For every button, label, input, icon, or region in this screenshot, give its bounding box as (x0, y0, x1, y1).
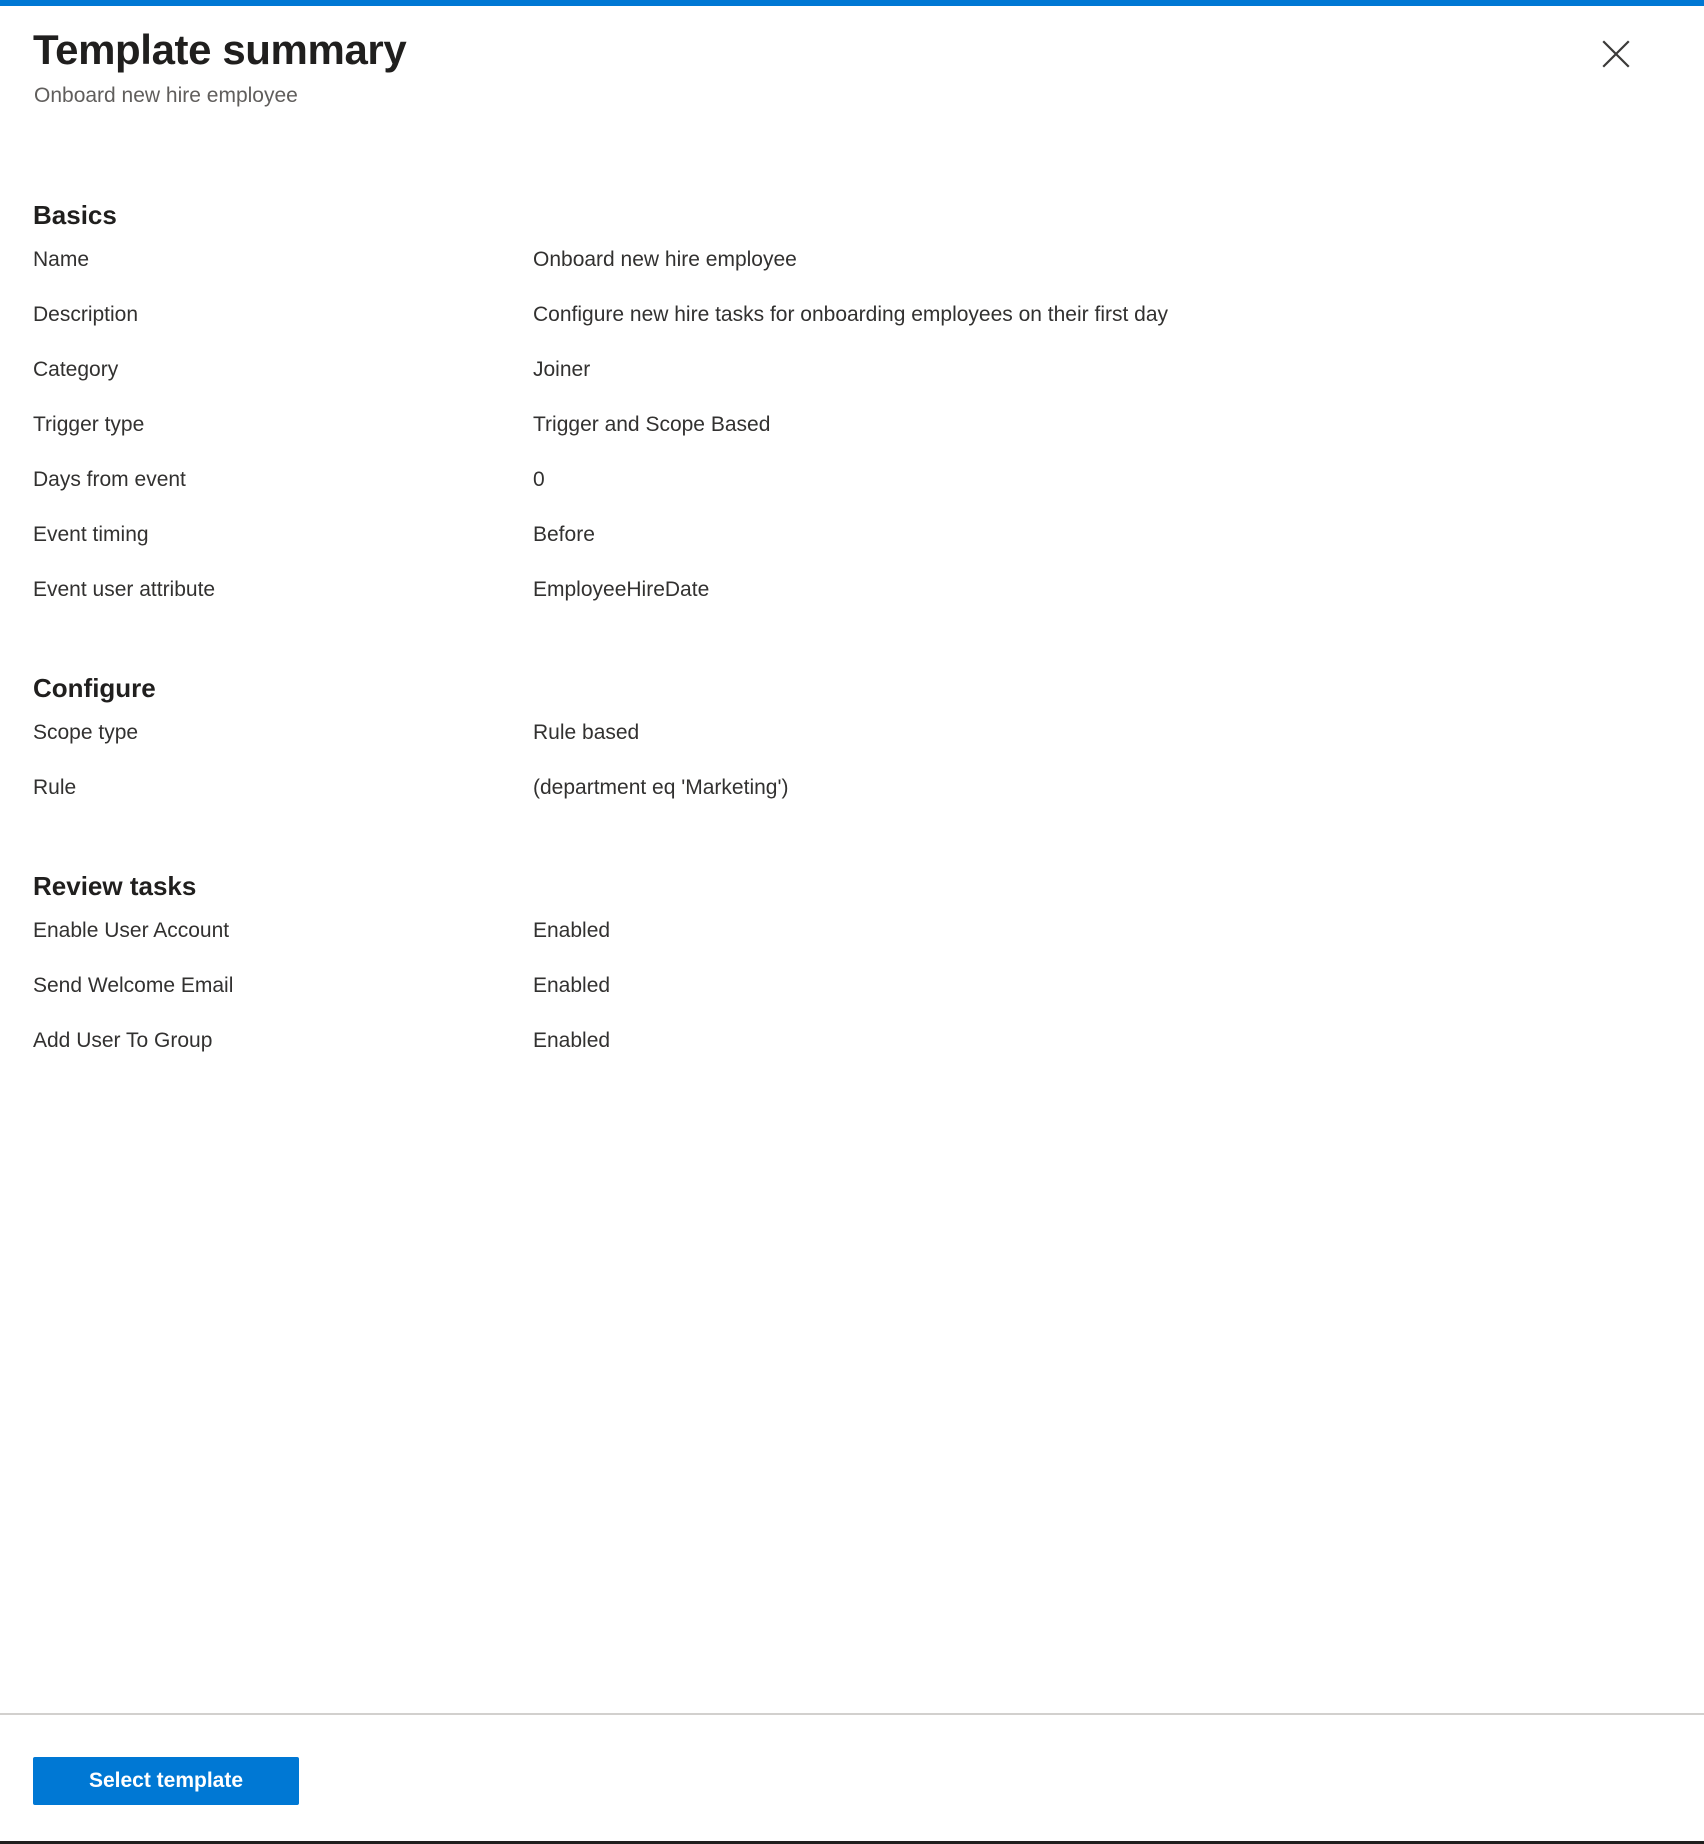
task-row-send-welcome-email: Send Welcome Email Enabled (33, 970, 1670, 1025)
section-basics: Basics Name Onboard new hire employee De… (33, 110, 1670, 629)
section-heading-review-tasks: Review tasks (33, 871, 197, 901)
detail-value: (department eq 'Marketing') (533, 776, 789, 799)
task-label: Send Welcome Email (33, 974, 234, 997)
section-heading-basics: Basics (33, 200, 117, 230)
detail-row-trigger-type: Trigger type Trigger and Scope Based (33, 409, 1670, 464)
task-label: Add User To Group (33, 1029, 213, 1052)
panel-footer: Select template (0, 1713, 1704, 1841)
task-label: Enable User Account (33, 919, 230, 942)
detail-value: Configure new hire tasks for onboarding … (533, 303, 1169, 326)
section-heading-configure: Configure (33, 673, 156, 703)
configure-detail-list: Scope type Rule based Rule (department e… (33, 717, 1670, 827)
task-row-add-user-to-group: Add User To Group Enabled (33, 1025, 1670, 1080)
section-review-tasks: Review tasks Enable User Account Enabled… (33, 827, 1670, 1080)
task-row-enable-user-account: Enable User Account Enabled (33, 915, 1670, 970)
detail-value: 0 (533, 468, 545, 491)
detail-row-scope-type: Scope type Rule based (33, 717, 1670, 772)
detail-label: Trigger type (33, 413, 145, 436)
review-tasks-list: Enable User Account Enabled Send Welcome… (33, 915, 1670, 1080)
page-title: Template summary (33, 26, 407, 73)
close-icon (1601, 39, 1631, 69)
detail-row-name: Name Onboard new hire employee (33, 244, 1670, 299)
panel-body: Basics Name Onboard new hire employee De… (0, 110, 1704, 1713)
detail-row-category: Category Joiner (33, 354, 1670, 409)
detail-row-event-user-attribute: Event user attribute EmployeeHireDate (33, 574, 1670, 629)
page-subtitle: Onboard new hire employee (34, 84, 298, 107)
detail-label: Rule (33, 776, 77, 799)
detail-label: Scope type (33, 721, 139, 744)
detail-row-description: Description Configure new hire tasks for… (33, 299, 1670, 354)
detail-label: Event timing (33, 523, 149, 546)
detail-value: Joiner (533, 358, 591, 381)
detail-label: Days from event (33, 468, 186, 491)
template-summary-panel: Template summary Onboard new hire employ… (0, 0, 1704, 1844)
detail-value: Trigger and Scope Based (533, 413, 771, 436)
task-status: Enabled (533, 974, 611, 997)
detail-row-rule: Rule (department eq 'Marketing') (33, 772, 1670, 827)
select-template-button[interactable]: Select template (33, 1757, 299, 1805)
detail-value: EmployeeHireDate (533, 578, 710, 601)
detail-label: Description (33, 303, 139, 326)
detail-label: Event user attribute (33, 578, 216, 601)
detail-value: Before (533, 523, 595, 546)
close-button[interactable] (1590, 28, 1642, 80)
detail-label: Category (33, 358, 119, 381)
task-status: Enabled (533, 919, 611, 942)
section-configure: Configure Scope type Rule based Rule (de… (33, 629, 1670, 827)
detail-value: Rule based (533, 721, 640, 744)
basics-detail-list: Name Onboard new hire employee Descripti… (33, 244, 1670, 629)
detail-label: Name (33, 248, 90, 271)
detail-row-event-timing: Event timing Before (33, 519, 1670, 574)
panel-header: Template summary Onboard new hire employ… (0, 6, 1704, 110)
detail-value: Onboard new hire employee (533, 248, 797, 271)
task-status: Enabled (533, 1029, 611, 1052)
detail-row-days-from-event: Days from event 0 (33, 464, 1670, 519)
